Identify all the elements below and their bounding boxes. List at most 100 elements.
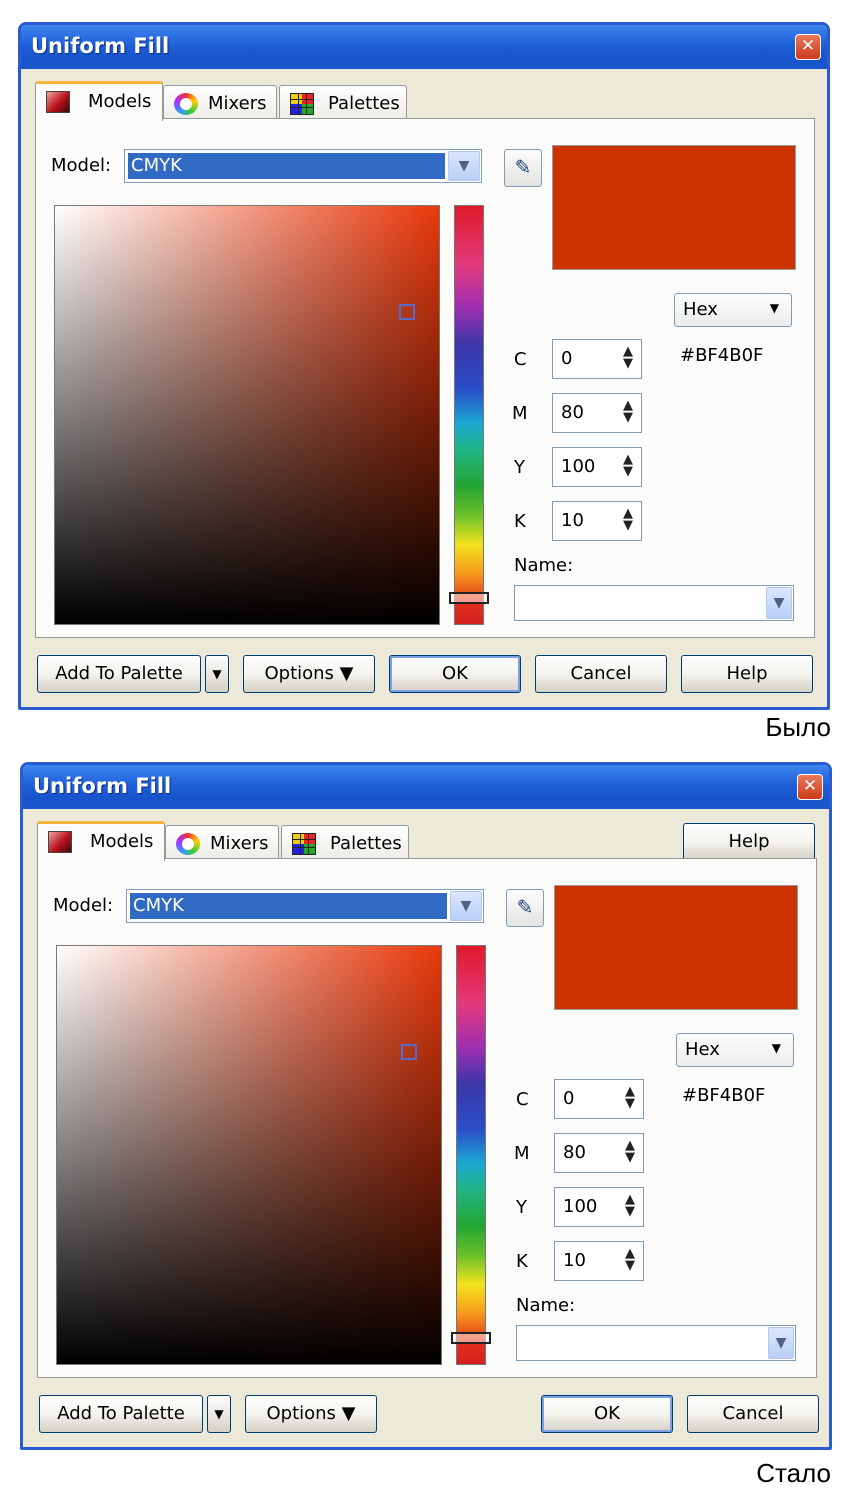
spin-arrows-icon[interactable]: ▲ ▼	[619, 345, 637, 372]
k-value: 10	[563, 1250, 586, 1271]
color-picker-marker[interactable]	[399, 304, 415, 320]
model-dropdown[interactable]: CMYK ▼	[126, 889, 484, 923]
add-to-palette-dropdown-button[interactable]: ▼	[205, 655, 229, 693]
hue-slider-handle[interactable]	[451, 1332, 491, 1344]
model-label: Model:	[51, 155, 112, 176]
c-spinbox[interactable]: 0 ▲ ▼	[552, 339, 642, 379]
models-panel: Model: CMYK ▼ ✎ Hex ▼ #BF4B0F C 0 ▲ ▼ M 8…	[35, 118, 815, 638]
color-gradient-area[interactable]	[56, 945, 442, 1365]
hue-slider-bar[interactable]	[449, 205, 489, 625]
color-gradient-area[interactable]	[54, 205, 440, 625]
color-picker-marker[interactable]	[401, 1044, 417, 1060]
close-button[interactable]: ✕	[795, 34, 821, 60]
y-value: 100	[563, 1196, 598, 1217]
hue-slider-bar[interactable]	[451, 945, 491, 1365]
spin-arrows-icon[interactable]: ▲ ▼	[621, 1139, 639, 1166]
eyedropper-button[interactable]: ✎	[504, 149, 542, 187]
help-button[interactable]: Help	[683, 823, 815, 861]
close-button[interactable]: ✕	[797, 774, 823, 800]
add-to-palette-button[interactable]: Add To Palette	[37, 655, 201, 693]
dropdown-arrow-icon: ▼	[769, 301, 779, 315]
chevron-down-icon[interactable]: ▼	[768, 1327, 794, 1359]
eyedropper-button[interactable]: ✎	[506, 889, 544, 927]
dialog-title: Uniform Fill	[31, 34, 170, 58]
k-value: 10	[561, 510, 584, 531]
spin-arrows-icon[interactable]: ▲ ▼	[621, 1247, 639, 1274]
name-label: Name:	[514, 555, 574, 576]
eyedropper-icon: ✎	[514, 155, 532, 179]
model-label: Model:	[53, 895, 114, 916]
uniform-fill-dialog-after: Uniform Fill ✕ Models Mixers Palettes He…	[20, 762, 832, 1450]
name-combobox[interactable]: ▼	[516, 1325, 796, 1361]
add-to-palette-button[interactable]: Add To Palette	[39, 1395, 203, 1433]
options-button[interactable]: Options ▼	[243, 655, 375, 693]
spin-arrows-icon[interactable]: ▲ ▼	[621, 1085, 639, 1112]
options-button[interactable]: Options ▼	[245, 1395, 377, 1433]
y-label: Y	[516, 1197, 527, 1218]
c-label: C	[514, 349, 527, 370]
m-label: M	[514, 1143, 530, 1164]
c-spinbox[interactable]: 0 ▲ ▼	[554, 1079, 644, 1119]
hue-slider-handle[interactable]	[449, 592, 489, 604]
chevron-down-icon[interactable]: ▼	[766, 587, 792, 619]
tab-palettes[interactable]: Palettes	[281, 825, 409, 861]
eyedropper-icon: ✎	[516, 895, 534, 919]
model-selected-value: CMYK	[130, 893, 447, 919]
name-label: Name:	[516, 1295, 576, 1316]
k-label: K	[514, 511, 526, 532]
name-combobox[interactable]: ▼	[514, 585, 794, 621]
tab-models-label: Models	[90, 831, 154, 852]
tab-mixers[interactable]: Mixers	[165, 825, 279, 861]
model-dropdown[interactable]: CMYK ▼	[124, 149, 482, 183]
ok-button[interactable]: OK	[541, 1395, 673, 1433]
model-selected-value: CMYK	[128, 153, 445, 179]
y-spinbox[interactable]: 100 ▲ ▼	[554, 1187, 644, 1227]
hex-mode-dropdown[interactable]: Hex ▼	[674, 293, 792, 327]
cancel-button[interactable]: Cancel	[535, 655, 667, 693]
dropdown-arrow-icon: ▼	[771, 1041, 781, 1055]
tab-mixers-label: Mixers	[210, 833, 269, 854]
caption-after: Стало	[756, 1458, 831, 1488]
tab-models-label: Models	[88, 91, 152, 112]
y-label: Y	[514, 457, 525, 478]
hex-mode-value: Hex	[685, 1039, 720, 1060]
k-spinbox[interactable]: 10 ▲ ▼	[554, 1241, 644, 1281]
tab-palettes[interactable]: Palettes	[279, 85, 407, 121]
tab-mixers[interactable]: Mixers	[163, 85, 277, 121]
models-icon	[48, 831, 72, 853]
c-value: 0	[563, 1088, 575, 1109]
tab-palettes-label: Palettes	[328, 93, 400, 114]
spin-arrows-icon[interactable]: ▲ ▼	[621, 1193, 639, 1220]
m-spinbox[interactable]: 80 ▲ ▼	[554, 1133, 644, 1173]
title-bar[interactable]: Uniform Fill ✕	[21, 25, 827, 69]
ok-button[interactable]: OK	[389, 655, 521, 693]
color-preview-swatch	[552, 145, 796, 270]
y-spinbox[interactable]: 100 ▲ ▼	[552, 447, 642, 487]
y-value: 100	[561, 456, 596, 477]
models-panel: Model: CMYK ▼ ✎ Hex ▼ #BF4B0F C 0 ▲ ▼ M 8…	[37, 858, 817, 1378]
m-spinbox[interactable]: 80 ▲ ▼	[552, 393, 642, 433]
tab-mixers-label: Mixers	[208, 93, 267, 114]
models-icon	[46, 91, 70, 113]
spin-arrows-icon[interactable]: ▲ ▼	[619, 507, 637, 534]
palettes-icon	[292, 833, 316, 855]
cancel-button[interactable]: Cancel	[687, 1395, 819, 1433]
title-bar[interactable]: Uniform Fill ✕	[23, 765, 829, 809]
chevron-down-icon[interactable]: ▼	[450, 891, 482, 921]
tab-models[interactable]: Models	[37, 821, 165, 861]
chevron-down-icon[interactable]: ▼	[448, 151, 480, 181]
mixers-icon	[174, 93, 198, 115]
c-value: 0	[561, 348, 573, 369]
hex-mode-value: Hex	[683, 299, 718, 320]
spin-arrows-icon[interactable]: ▲ ▼	[619, 399, 637, 426]
m-label: M	[512, 403, 528, 424]
k-spinbox[interactable]: 10 ▲ ▼	[552, 501, 642, 541]
k-label: K	[516, 1251, 528, 1272]
spin-arrows-icon[interactable]: ▲ ▼	[619, 453, 637, 480]
tab-models[interactable]: Models	[35, 81, 163, 121]
help-button[interactable]: Help	[681, 655, 813, 693]
m-value: 80	[561, 402, 584, 423]
dialog-title: Uniform Fill	[33, 774, 172, 798]
add-to-palette-dropdown-button[interactable]: ▼	[207, 1395, 231, 1433]
hex-mode-dropdown[interactable]: Hex ▼	[676, 1033, 794, 1067]
